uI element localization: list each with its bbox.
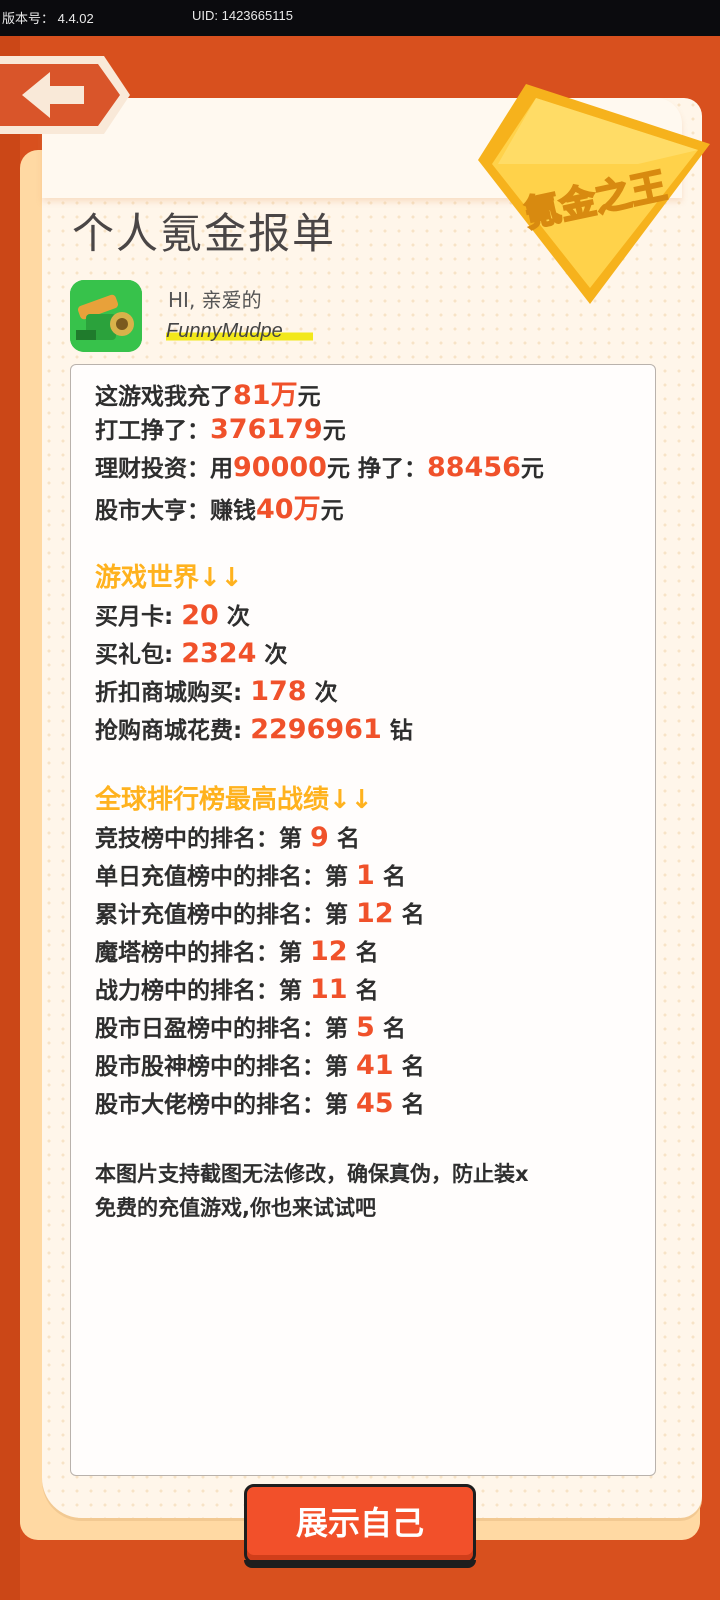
investment-value: 90000: [233, 452, 327, 483]
greeting: HI, 亲爱的: [168, 288, 262, 312]
uid-text: UID: 1423665115: [192, 8, 293, 23]
ranking-item: 竞技榜中的排名：第 9 名: [95, 822, 360, 853]
avatar: [70, 280, 142, 352]
stock-earnings-value: 40万: [256, 494, 321, 525]
disclaimer-line-2: 免费的充值游戏,你也来试试吧: [95, 1196, 376, 1220]
ranking-item: 战力榜中的排名：第 11 名: [95, 974, 379, 1005]
game-world-item: 抢购商城花费: 2296961 钻: [95, 714, 413, 745]
top-spender-badge: 氪金之王: [478, 84, 718, 304]
game-world-item: 折扣商城购买: 178 次: [95, 676, 338, 707]
work-earnings-line: 打工挣了：376179元: [95, 414, 346, 445]
ranking-item: 股市大佬榜中的排名：第 45 名: [95, 1088, 425, 1119]
investment-earnings-value: 88456: [426, 452, 521, 483]
report-card: 这游戏我充了81万元 打工挣了：376179元 理财投资：用90000元 挣了：…: [70, 364, 656, 1476]
ranking-item: 累计充值榜中的排名：第 12 名: [95, 898, 425, 929]
disclaimer-note: 本图片支持截图无法修改，确保真伪，防止装x 免费的充值游戏,你也来试试吧: [95, 1157, 655, 1225]
back-button[interactable]: [0, 52, 132, 138]
stock-earnings-line: 股市大亨：赚钱40万元: [95, 494, 344, 525]
total-recharge-line: 这游戏我充了81万元: [95, 380, 321, 411]
version-text: 版本号： 4.4.02: [2, 11, 94, 26]
rankings-heading: 全球排行榜最高战绩↓↓: [95, 785, 373, 815]
username: FunnyMudpe: [166, 320, 313, 343]
total-recharge-value: 81万: [233, 380, 298, 411]
arrow-left-icon: [0, 56, 130, 134]
work-earnings-value: 376179: [210, 414, 323, 445]
investment-line: 理财投资：用90000元 挣了：88456元: [95, 452, 544, 483]
game-world-heading: 游戏世界↓↓: [95, 563, 243, 593]
ranking-item: 股市日盈榜中的排名：第 5 名: [95, 1012, 406, 1043]
ranking-item: 魔塔榜中的排名：第 12 名: [95, 936, 379, 967]
cannon-avatar-icon: [70, 280, 142, 352]
game-world-item: 买月卡: 20 次: [95, 600, 250, 631]
ranking-item: 股市股神榜中的排名：第 41 名: [95, 1050, 425, 1081]
status-bar: 版本号： 4.4.02 UID: 1423665115: [0, 0, 720, 36]
ranking-item: 单日充值榜中的排名：第 1 名: [95, 860, 406, 891]
page-title: 个人氪金报单: [72, 209, 337, 258]
disclaimer-line-1: 本图片支持截图无法修改，确保真伪，防止装x: [95, 1162, 529, 1186]
show-off-button[interactable]: 展示自己: [244, 1484, 476, 1564]
background-strip: [0, 36, 20, 1600]
game-world-item: 买礼包: 2324 次: [95, 638, 288, 669]
button-shadow: [244, 1560, 476, 1568]
